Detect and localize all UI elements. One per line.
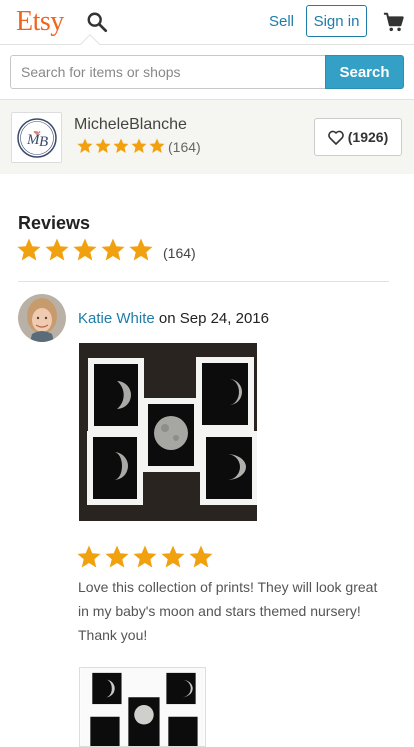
shop-rating-stars: [77, 138, 165, 154]
search-bar: Search: [0, 45, 414, 100]
star-icon: [77, 545, 213, 568]
shop-monogram: M B: [16, 117, 57, 158]
top-header: Etsy Sell Sign in: [0, 0, 414, 45]
cart-icon[interactable]: [383, 11, 405, 33]
review-byline: Katie White on Sep 24, 2016: [78, 310, 269, 327]
favorite-shop-button[interactable]: (1926): [314, 118, 402, 156]
divider: [18, 281, 389, 282]
etsy-logo[interactable]: Etsy: [16, 7, 64, 37]
review-text: Love this collection of prints! They wil…: [78, 579, 378, 643]
shop-header: M B MicheleBlanche (164) (1926): [0, 99, 414, 174]
reviewer-avatar[interactable]: [18, 294, 66, 342]
review-photo-moon-prints[interactable]: [79, 343, 257, 521]
byline-on: on: [154, 310, 180, 327]
search-button[interactable]: Search: [325, 55, 404, 89]
reviews-rating-stars: [17, 238, 154, 263]
svg-text:B: B: [39, 134, 48, 150]
star-icon: [77, 138, 165, 153]
sell-link[interactable]: Sell: [269, 13, 294, 31]
search-icon[interactable]: [86, 11, 108, 33]
star-icon: [17, 238, 153, 261]
review-rating-stars: [77, 545, 213, 570]
sign-in-button[interactable]: Sign in: [306, 5, 367, 37]
review-photo-thumbnail[interactable]: [79, 667, 206, 747]
reviews-count: (164): [163, 245, 196, 261]
avatar-image: [18, 294, 66, 342]
reviewer-name-link[interactable]: Katie White: [78, 310, 155, 327]
heart-icon: [327, 130, 344, 145]
shop-logo[interactable]: M B: [11, 112, 62, 163]
shop-name[interactable]: MicheleBlanche: [74, 116, 187, 134]
review-date: Sep 24, 2016: [179, 310, 269, 327]
shop-rating-count: (164): [168, 139, 201, 155]
search-input[interactable]: [10, 55, 326, 89]
reviews-heading: Reviews: [18, 213, 91, 233]
favorites-count: (1926): [347, 129, 389, 145]
